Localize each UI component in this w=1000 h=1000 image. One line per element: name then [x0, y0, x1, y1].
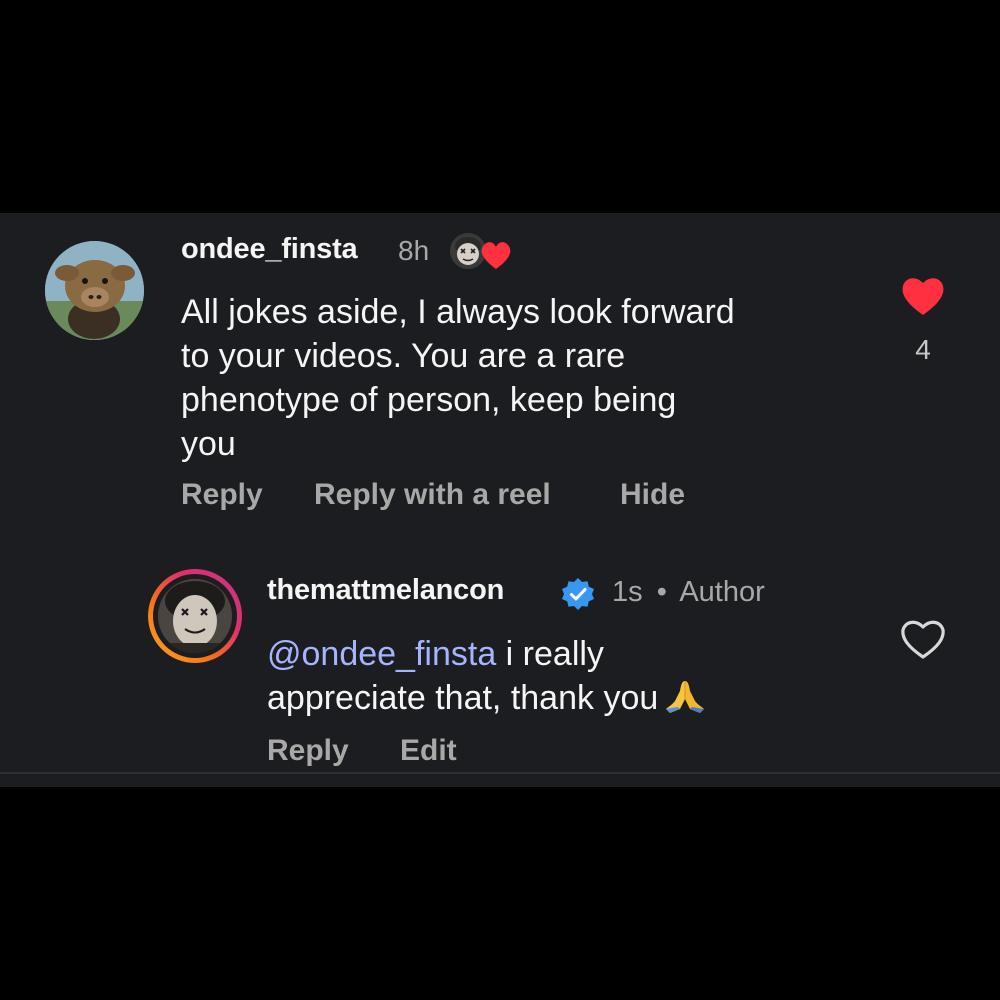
heart-filled-icon[interactable] — [900, 275, 946, 317]
comment-line: phenotype of person, keep being — [181, 381, 677, 419]
heart-outline-icon[interactable] — [899, 617, 947, 661]
meta-separator: • — [656, 576, 667, 608]
reply-button-2[interactable]: Reply — [267, 734, 349, 768]
mention-link[interactable]: @ondee_finsta — [267, 635, 496, 673]
reply-line: @ondee_finsta i really — [267, 632, 867, 676]
reply-text: @ondee_finsta i really appreciate that, … — [267, 632, 867, 720]
reply-button[interactable]: Reply — [181, 478, 263, 512]
comment-line: All jokes aside, I always look forward — [181, 293, 735, 331]
comment-line: to your videos. You are a rare — [181, 337, 626, 375]
author-avatar-image — [158, 579, 232, 653]
creator-liked-icon — [446, 229, 512, 273]
avatar-ring-gap — [153, 574, 237, 658]
reply-text-part: appreciate that, thank you — [267, 679, 659, 717]
edit-button[interactable]: Edit — [400, 734, 457, 768]
folded-hands-emoji — [662, 677, 708, 715]
like-count: 4 — [915, 334, 931, 365]
author-avatar[interactable] — [148, 569, 242, 663]
hide-button[interactable]: Hide — [620, 478, 685, 512]
author-badge: Author — [679, 576, 765, 608]
comment-text: All jokes aside, I always look forward t… — [181, 290, 861, 466]
reply-with-reel-button[interactable]: Reply with a reel — [314, 478, 551, 512]
reply-text-part: i really — [496, 635, 604, 673]
divider — [0, 772, 1000, 774]
commenter-username[interactable]: ondee_finsta — [181, 233, 358, 266]
author-username[interactable]: themattmelancon — [267, 574, 504, 607]
reply-line: appreciate that, thank you — [267, 676, 867, 720]
reply-meta: 1s • Author — [612, 576, 765, 609]
comment-timestamp: 8h — [398, 235, 430, 266]
reply-timestamp: 1s — [612, 576, 643, 608]
verified-badge-icon — [560, 576, 596, 612]
comment-line: you — [181, 425, 236, 463]
commenter-avatar[interactable] — [45, 241, 144, 340]
